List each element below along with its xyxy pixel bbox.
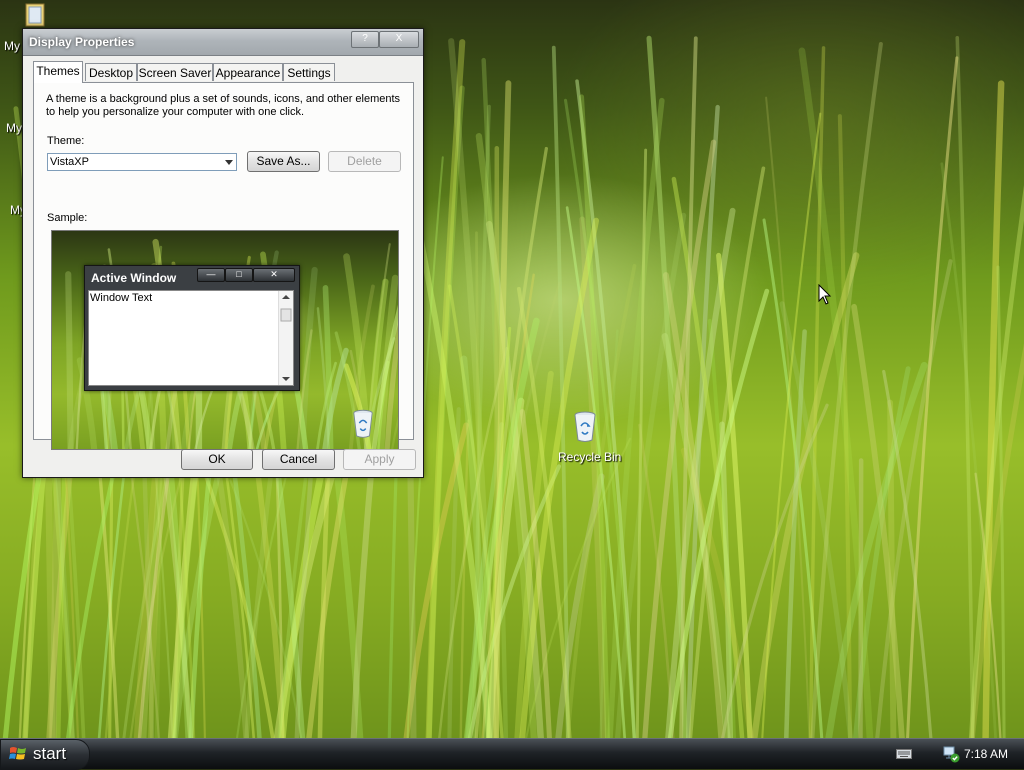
ok-button[interactable]: OK (181, 449, 253, 470)
windows-logo-icon (9, 745, 27, 763)
display-properties-dialog: Display Properties ? X Themes Desktop Sc… (22, 28, 424, 478)
tab-desktop[interactable]: Desktop (85, 63, 137, 81)
keyboard-icon[interactable] (896, 748, 912, 760)
scrollbar-arrows-icon (279, 291, 293, 385)
my-documents-icon (24, 2, 46, 28)
close-icon: ✕ (253, 268, 295, 282)
theme-sample-preview: Active Window — □ ✕ Window Text (51, 230, 399, 450)
theme-description: A theme is a background plus a set of so… (46, 93, 406, 119)
sample-recycle-bin-icon (352, 409, 374, 439)
grass-blade (637, 150, 645, 740)
theme-dropdown-value: VistaXP (50, 156, 89, 168)
sample-active-window: Active Window — □ ✕ Window Text (84, 265, 300, 391)
sample-window-body: Window Text (88, 290, 294, 386)
help-button[interactable]: ? (351, 31, 379, 48)
sample-scrollbar (278, 291, 293, 385)
sample-label: Sample: (47, 212, 87, 224)
save-as-button[interactable]: Save As... (247, 151, 320, 172)
tab-appearance[interactable]: Appearance (213, 63, 283, 81)
start-label: start (33, 744, 66, 764)
recycle-bin-icon (573, 411, 597, 443)
taskbar: start 7:18 AM (0, 738, 1024, 769)
system-clock[interactable]: 7:18 AM (964, 747, 1008, 761)
close-button[interactable]: X (379, 31, 419, 48)
mouse-pointer-icon (818, 284, 832, 306)
cancel-button[interactable]: Cancel (262, 449, 335, 470)
dialog-titlebar[interactable]: Display Properties ? X (23, 29, 423, 56)
grass-blade (877, 261, 950, 740)
network-security-icon[interactable] (942, 745, 960, 763)
desktop-icon-label: Recycle Bin (558, 450, 621, 464)
grass-blade (957, 38, 973, 740)
apply-button[interactable]: Apply (343, 449, 416, 470)
grass-blade (68, 274, 70, 450)
tab-screen-saver[interactable]: Screen Saver (137, 63, 213, 81)
tab-settings[interactable]: Settings (283, 63, 335, 81)
themes-panel: A theme is a background plus a set of so… (33, 82, 414, 440)
chevron-down-icon[interactable] (225, 160, 233, 165)
tab-themes[interactable]: Themes (33, 61, 83, 83)
desktop-icon-label: My (6, 121, 22, 135)
maximize-icon: □ (225, 268, 253, 282)
theme-label: Theme: (47, 135, 84, 147)
minimize-icon: — (197, 268, 225, 282)
sample-window-title: Active Window (91, 271, 176, 285)
delete-button[interactable]: Delete (328, 151, 401, 172)
start-button[interactable]: start (0, 739, 90, 770)
theme-dropdown[interactable]: VistaXP (47, 153, 237, 171)
sample-window-text: Window Text (90, 292, 152, 304)
dialog-title: Display Properties (29, 35, 134, 49)
desktop-icon-label: My (4, 39, 20, 53)
